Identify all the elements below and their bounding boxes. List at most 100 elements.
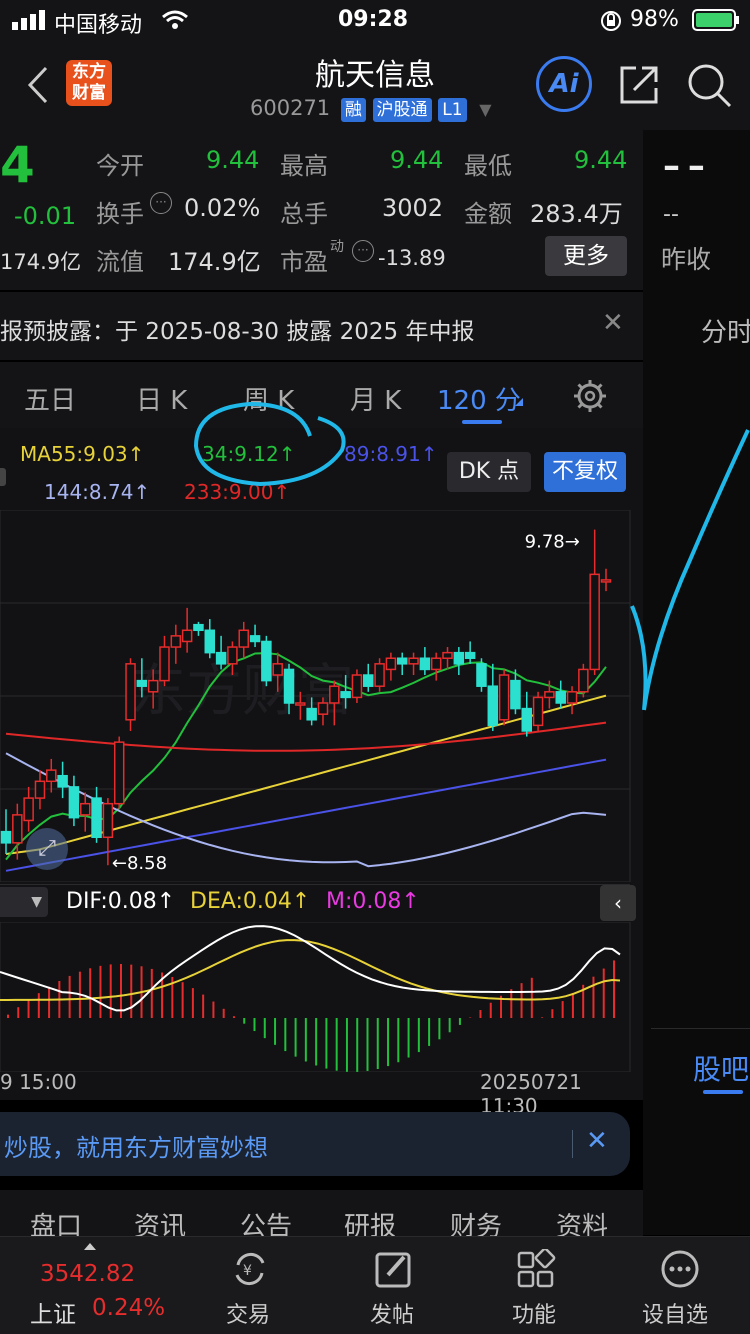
candle-body [91, 797, 102, 838]
ma233-legend: 233:9.00↑ [184, 480, 291, 504]
battery-icon [692, 9, 739, 31]
candle-body [147, 679, 159, 693]
candle-body [532, 696, 544, 727]
high-marker: 9.78→ [525, 532, 580, 553]
index-name[interactable]: 上证 [30, 1295, 76, 1329]
tab-daily-k[interactable]: 日 K [136, 380, 187, 417]
candle-body [498, 674, 510, 721]
no-adjust-button[interactable]: 不复权 [544, 452, 626, 492]
price-change: -0.01 [14, 202, 77, 230]
candle-body [510, 679, 521, 710]
tab-monthly-k[interactable]: 月 K [350, 380, 401, 417]
high-value: 9.44 [390, 146, 444, 174]
candle-body [102, 802, 114, 838]
ai-button[interactable]: Ai [536, 56, 592, 112]
battery-percent: 98% [630, 7, 679, 32]
rotation-lock-icon [601, 11, 621, 31]
candle-body [600, 579, 612, 583]
candle-body [566, 691, 578, 704]
candle-body [374, 663, 385, 687]
stock-name: 航天信息 [315, 58, 435, 93]
functions-icon[interactable] [516, 1249, 556, 1289]
candle-body [170, 635, 182, 648]
settings-gear-icon[interactable] [572, 378, 608, 414]
candle-body [204, 629, 216, 654]
turnover-label: 换手 [96, 200, 144, 228]
right-dash: – – [663, 146, 705, 186]
active-tab-indicator [462, 420, 502, 424]
dk-point-button[interactable]: DK 点 [447, 452, 531, 492]
banner-close-icon[interactable]: ✕ [586, 1126, 608, 1156]
badge-connect: 沪股通 [372, 98, 432, 122]
nav-functions[interactable]: 功能 [512, 1297, 556, 1329]
info-icon[interactable]: ··· [150, 192, 172, 214]
trade-icon[interactable]: ¥ [230, 1249, 270, 1289]
more-button[interactable]: 更多 [545, 236, 627, 276]
candle-body [408, 657, 419, 665]
market-cap: 174.9亿 [0, 250, 82, 274]
candle-body [589, 573, 600, 671]
candle-body [306, 707, 317, 721]
nav-post[interactable]: 发帖 [370, 1297, 414, 1329]
tab-120min[interactable]: 120 分 [437, 380, 521, 417]
period-tabs: 五日 日 K 周 K 月 K 120 分 [0, 362, 643, 428]
pe-info-icon[interactable]: ··· [352, 240, 374, 262]
back-arrow-icon[interactable] [26, 66, 50, 104]
candle-body [363, 674, 374, 687]
dropdown-corner-icon [515, 398, 523, 406]
candle-body [544, 691, 555, 699]
notice-text: 报预披露：于 2025-08-30 披露 2025 年中报 [0, 319, 475, 345]
intraday-side-panel[interactable]: – – -- 昨收 分时 股吧 [643, 130, 750, 1235]
tab-intraday[interactable]: 分时 [701, 312, 750, 349]
disclosure-notice[interactable]: 报预披露：于 2025-08-30 披露 2025 年中报 ✕ [0, 292, 643, 360]
ma144-legend: 144:8.74↑ [44, 480, 151, 504]
date-right: 20250721 11:30 [480, 1070, 582, 1118]
status-bar: 中国移动 09:28 98% [0, 0, 750, 40]
candle-body [68, 786, 80, 819]
nav-watchlist[interactable]: 设自选 [642, 1297, 708, 1329]
candle-body [578, 668, 589, 693]
tab-five-day[interactable]: 五日 [24, 380, 76, 417]
candlestick-chart[interactable]: 东方财富 9.78→←8.58 [0, 510, 643, 882]
volume-value: 3002 [382, 194, 444, 222]
candle-body [272, 663, 283, 676]
tab-weekly-k[interactable]: 周 K [243, 380, 294, 417]
candle-body [442, 651, 453, 659]
pe-sup: 动 [330, 239, 344, 255]
panel-divider [651, 1028, 750, 1029]
post-icon[interactable] [374, 1249, 414, 1289]
ma55-legend: MA55:9.03↑ [20, 442, 145, 466]
fullscreen-button[interactable]: ⤢ [26, 828, 68, 870]
candle-body [295, 702, 306, 706]
index-caret-icon [84, 1243, 96, 1250]
candle-body [136, 679, 148, 687]
float-label: 流值 [96, 248, 144, 276]
low-marker: ←8.58 [112, 853, 167, 874]
promo-banner[interactable]: 炒股，就用东方财富妙想 ✕ [0, 1112, 630, 1176]
macd-legend: ▼ DIF:0.08↑ DEA:0.04↑ M:0.08↑ ‹ [0, 884, 636, 922]
nav-trade[interactable]: 交易 [226, 1297, 270, 1329]
signal-icon [12, 10, 48, 30]
search-icon[interactable] [686, 62, 732, 108]
index-value[interactable]: 3542.82 [40, 1261, 135, 1287]
kline-chart-area[interactable]: MA55:9.03↑ 34:9.12↑ 89:8.91↑ 144:8.74↑ 2… [0, 428, 643, 1118]
candle-body [238, 629, 249, 648]
close-icon[interactable]: ✕ [602, 308, 624, 338]
share-icon[interactable] [618, 62, 662, 106]
content-tabs: 盘口 资讯 公告 研报 财务 资料 [0, 1190, 643, 1242]
indicator-select[interactable]: ▼ [0, 887, 48, 917]
tab-forum[interactable]: 股吧 [693, 1048, 749, 1088]
index-change[interactable]: 0.24% [92, 1295, 165, 1321]
clock: 09:28 [338, 7, 409, 32]
collapse-right-icon[interactable]: ‹ [600, 885, 636, 921]
chevron-down-icon[interactable]: ▼ [479, 100, 491, 119]
candle-body [555, 691, 566, 704]
candle-body [0, 830, 12, 844]
dif-legend: DIF:0.08↑ [66, 889, 176, 914]
quote-panel: 4 -0.01 174.9亿 今开 9.44 最高 9.44 最低 9.44 换… [0, 130, 645, 290]
watchlist-icon[interactable] [660, 1249, 700, 1289]
macd-chart[interactable] [0, 922, 643, 1072]
candle-body [159, 646, 170, 682]
badge-margin: 融 [340, 98, 366, 122]
collapse-left-icon[interactable] [0, 468, 6, 486]
